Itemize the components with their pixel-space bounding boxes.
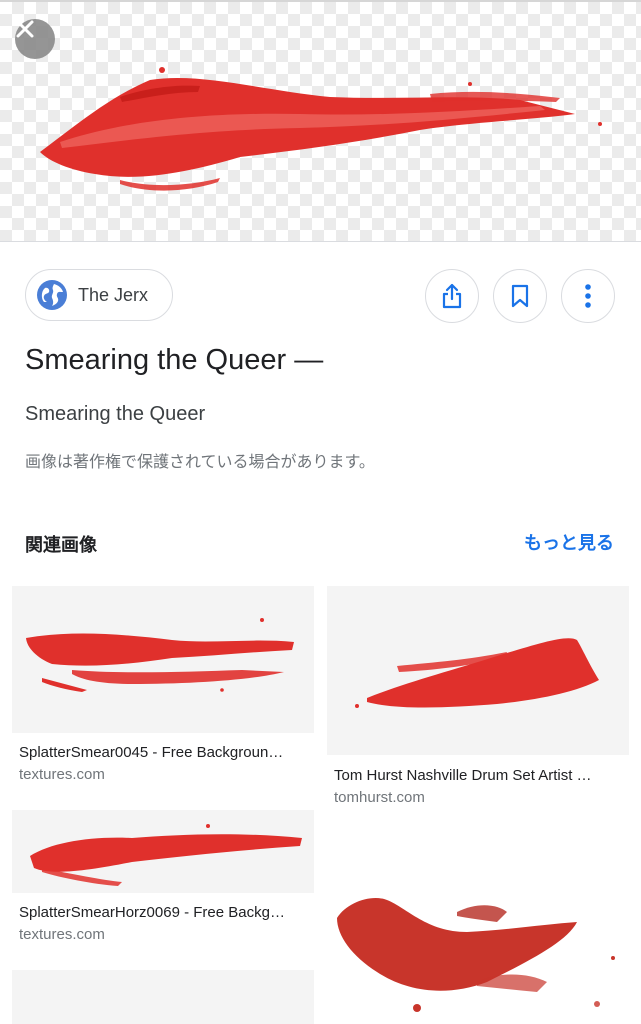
- close-icon: [16, 20, 34, 38]
- more-vert-icon: [585, 284, 591, 308]
- bookmark-button[interactable]: [493, 269, 547, 323]
- related-image-thumbnail: [327, 586, 629, 755]
- related-image-thumbnail: [12, 970, 314, 1024]
- related-images-heading: 関連画像: [25, 535, 97, 555]
- related-image-card[interactable]: SplatterSmear0045 - Free Backgroun… text…: [12, 586, 314, 786]
- more-options-button[interactable]: [561, 269, 615, 323]
- related-image-source: tomhurst.com: [334, 789, 425, 806]
- related-image-source: textures.com: [19, 926, 105, 943]
- share-button[interactable]: [425, 269, 479, 323]
- related-image-card[interactable]: [12, 970, 314, 1024]
- page-title[interactable]: Smearing the Queer —: [25, 344, 323, 377]
- related-image-card[interactable]: Tom Hurst Nashville Drum Set Artist … to…: [327, 586, 629, 808]
- bookmark-icon: [511, 284, 529, 308]
- related-image-thumbnail: [327, 832, 629, 1024]
- source-chip[interactable]: The Jerx: [25, 269, 174, 321]
- red-smear-image: [40, 67, 602, 191]
- related-image-title: SplatterSmear0045 - Free Backgroun…: [19, 744, 284, 761]
- related-image-thumbnail: [12, 810, 314, 893]
- related-image-thumbnail: [12, 586, 314, 733]
- close-button[interactable]: [15, 19, 55, 59]
- globe-icon: [36, 279, 68, 311]
- related-image-source: textures.com: [19, 766, 105, 783]
- copyright-notice: 画像は著作権で保護されている場合があります。: [25, 454, 375, 471]
- related-image-title: SplatterSmearHorz0069 - Free Backg…: [19, 904, 285, 921]
- source-name: The Jerx: [78, 284, 149, 305]
- related-image-card[interactable]: SplatterSmearHorz0069 - Free Backg… text…: [12, 810, 314, 950]
- image-preview[interactable]: [0, 0, 641, 242]
- share-icon: [442, 283, 462, 309]
- related-image-card[interactable]: [327, 832, 629, 1024]
- related-image-title: Tom Hurst Nashville Drum Set Artist …: [334, 767, 592, 784]
- see-more-link[interactable]: もっと見る: [524, 529, 614, 555]
- image-subtitle: Smearing the Queer: [25, 403, 206, 425]
